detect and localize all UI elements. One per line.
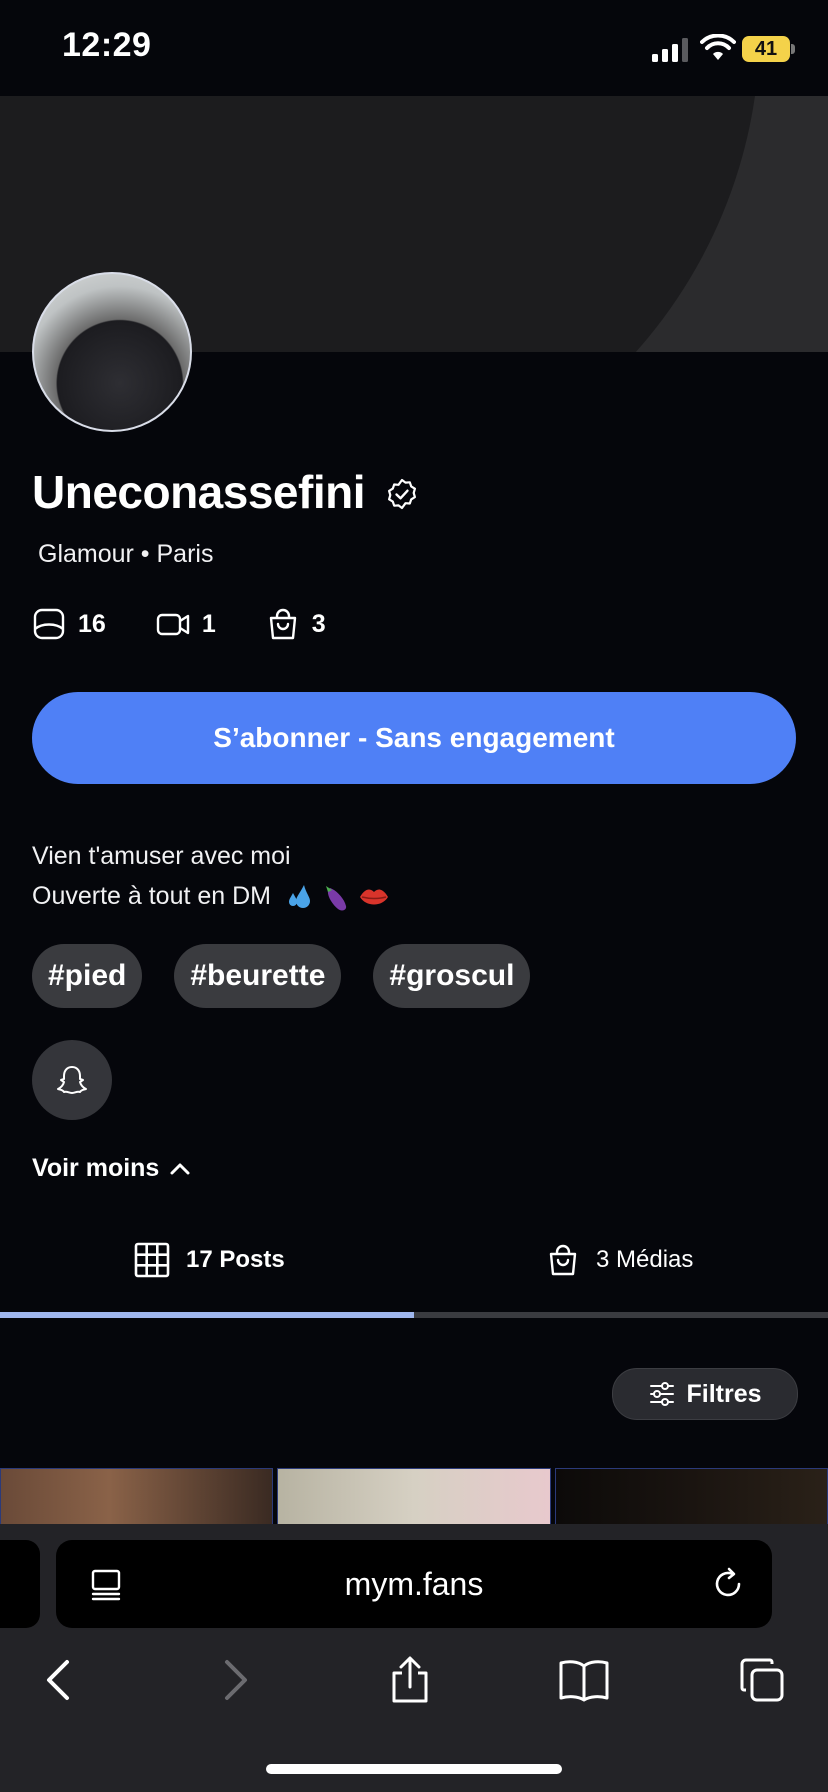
profile-meta: Glamour • Paris [38,540,214,568]
profile-stats: 16 1 3 [32,604,376,644]
profile-name: Uneconassefini [32,466,366,518]
home-indicator [266,1764,562,1774]
grid-icon [134,1242,170,1278]
post-grid [0,1468,828,1524]
shopping-bag-icon [549,1244,577,1276]
back-button[interactable] [30,1652,86,1708]
stat-purchases: 3 [266,607,326,641]
verified-badge-icon [388,478,416,510]
profile-avatar[interactable] [32,272,192,432]
tabs-icon [740,1658,784,1702]
snapchat-ghost-icon [57,1066,87,1094]
chevron-right-icon [225,1660,247,1700]
filters-button[interactable]: Filtres [612,1368,798,1420]
bookmarks-button[interactable] [556,1652,612,1708]
bio-line-1: Vien t'amuser avec moi [32,842,291,870]
eggplant-icon [325,886,347,911]
tab-medias-label: 3 Médias [596,1246,694,1273]
wifi-icon [700,34,736,60]
stat-photos: 16 [32,607,106,641]
chevron-left-icon [47,1660,69,1700]
tag-chip[interactable]: #pied [32,944,143,1008]
kiss-lips-icon [359,889,388,905]
tabs-button[interactable] [734,1652,790,1708]
stat-photos-count: 16 [78,609,106,638]
reload-icon[interactable] [710,1566,746,1602]
cellular-signal-icon [652,38,688,62]
page-menu-icon[interactable] [88,1566,124,1602]
see-less-toggle[interactable]: Voir moins [32,1154,191,1183]
tab-medias[interactable]: 3 Médias [546,1236,693,1284]
subscribe-button[interactable]: S’abonner - Sans engagement [32,692,796,784]
see-less-label: Voir moins [32,1154,160,1182]
book-icon [559,1660,609,1702]
bio-line-2-text: Ouverte à tout en DM [32,882,272,910]
address-bar[interactable]: mym.fans [56,1540,772,1628]
battery-nub [791,44,795,54]
previous-tab-preview[interactable] [0,1540,40,1628]
chevron-up-icon [170,1163,190,1174]
tag-chip[interactable]: #beurette [174,944,342,1008]
shopping-bag-icon [269,608,296,640]
bio-line-2: Ouverte à tout en DM [32,876,390,916]
post-thumbnail[interactable] [554,1468,828,1524]
stat-videos-count: 1 [201,609,216,638]
post-thumbnail[interactable] [277,1468,551,1524]
tag-list: #pied #beurette #groscul [32,944,531,1008]
photo-icon [33,608,65,640]
tab-posts[interactable]: 17 Posts [134,1236,285,1284]
stat-videos: 1 [156,607,216,641]
bio-emojis [286,882,390,912]
profile-bio: Vien t'amuser avec moi Ouverte à tout en… [32,836,390,916]
url-text: mym.fans [344,1565,484,1602]
share-button[interactable] [382,1652,438,1708]
sliders-icon [650,1382,675,1406]
filters-label: Filtres [686,1379,762,1408]
video-icon [156,613,190,636]
tab-active-indicator [0,1312,414,1318]
share-icon [392,1656,428,1703]
post-thumbnail[interactable] [0,1468,274,1524]
forward-button[interactable] [208,1652,264,1708]
tab-posts-label: 17 Posts [186,1246,285,1273]
stat-purchases-count: 3 [311,609,326,638]
tag-chip[interactable]: #groscul [373,944,531,1008]
battery-indicator: 41 [742,36,790,62]
sweat-droplets-icon [288,885,310,909]
snapchat-button[interactable] [32,1040,112,1120]
status-time: 12:29 [62,26,152,64]
